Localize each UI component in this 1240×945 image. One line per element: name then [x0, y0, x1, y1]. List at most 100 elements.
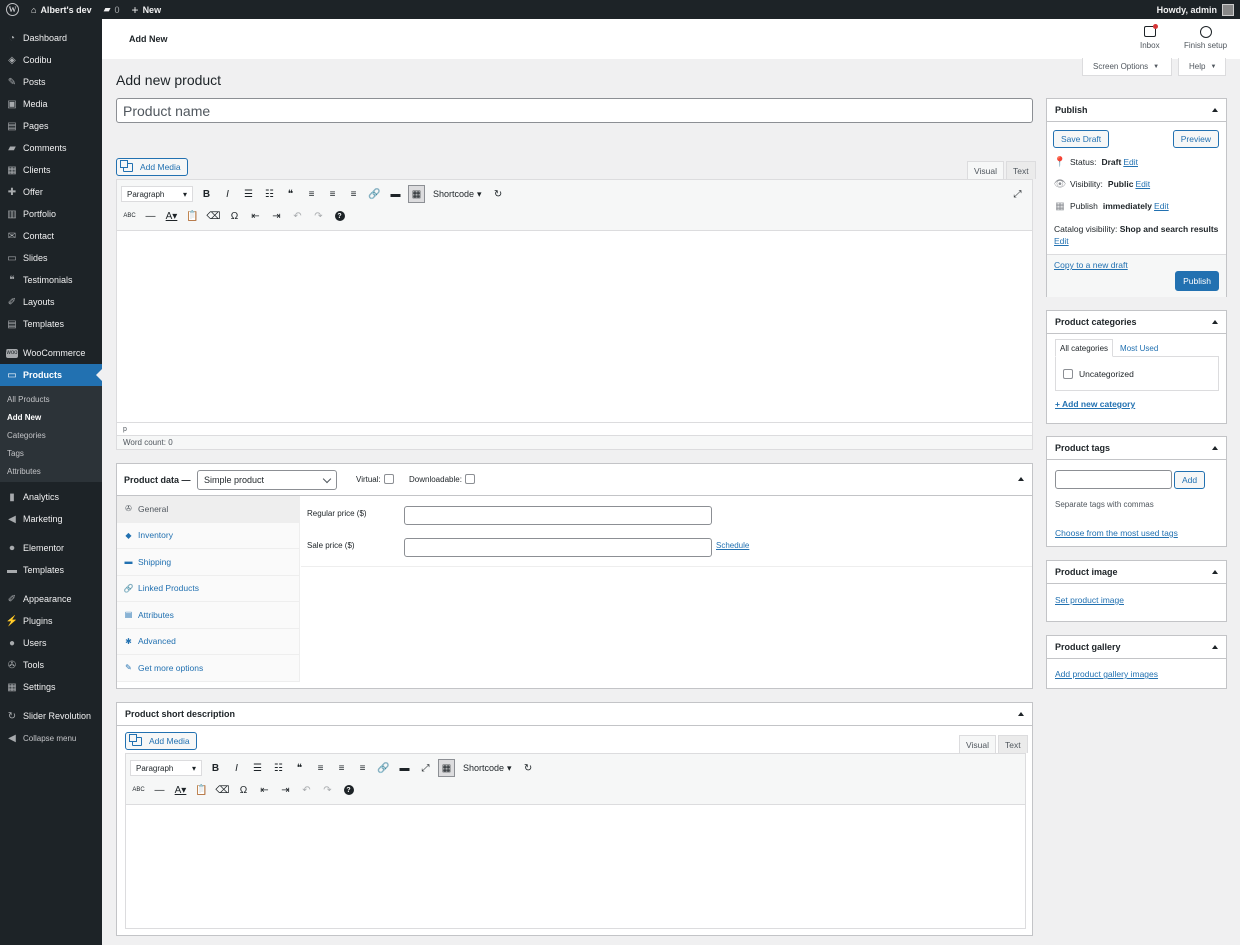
sidebar-item-offer[interactable]: ✚ Offer — [0, 181, 102, 203]
help-icon[interactable]: ? — [329, 207, 350, 225]
fullscreen-icon[interactable]: ⤢ — [415, 759, 436, 777]
submenu-categories[interactable]: Categories — [0, 426, 102, 444]
strikethrough-icon[interactable]: ABC — [119, 207, 140, 225]
sidebar-item-contact[interactable]: ✉ Contact — [0, 225, 102, 247]
save-draft-button[interactable]: Save Draft — [1053, 130, 1110, 148]
comments-menu[interactable]: ▰ 0 — [98, 0, 126, 19]
blockquote-icon[interactable]: ❝ — [280, 185, 301, 203]
new-content-menu[interactable]: + New — [126, 0, 168, 19]
tab-visual[interactable]: Visual — [967, 161, 1004, 179]
tag-input[interactable] — [1055, 470, 1172, 489]
edit-status-link[interactable]: Edit — [1123, 157, 1138, 167]
uncategorized-checkbox[interactable] — [1063, 368, 1073, 379]
tab-attributes[interactable]: ▤ Attributes — [117, 602, 299, 629]
add-new-category-link[interactable]: + Add new category — [1055, 399, 1135, 409]
site-name-menu[interactable]: ⌂ Albert's dev — [25, 0, 98, 19]
toggle-panel-icon[interactable] — [1212, 645, 1218, 649]
outdent-icon[interactable]: ⇤ — [245, 207, 266, 225]
toggle-panel-icon[interactable] — [1018, 477, 1024, 481]
indent-icon[interactable]: ⇥ — [275, 781, 296, 799]
sidebar-item-codibu[interactable]: ◈ Codibu — [0, 49, 102, 71]
product-gallery-header[interactable]: Product gallery — [1047, 636, 1226, 659]
tab-inventory[interactable]: ◆ Inventory — [117, 523, 299, 549]
sidebar-item-products[interactable]: ▭ Products — [0, 364, 102, 386]
sidebar-item-posts[interactable]: ✎ Posts — [0, 71, 102, 93]
tab-shipping[interactable]: ▬ Shipping — [117, 549, 299, 576]
schedule-link[interactable]: Schedule — [716, 541, 749, 550]
sidebar-item-marketing[interactable]: ◀ Marketing — [0, 508, 102, 530]
edit-publish-time-link[interactable]: Edit — [1154, 201, 1169, 211]
edit-catalog-visibility-link[interactable]: Edit — [1054, 236, 1069, 246]
undo-icon[interactable]: ↶ — [296, 781, 317, 799]
numbered-list-icon[interactable]: ☷ — [259, 185, 280, 203]
submenu-all-products[interactable]: All Products — [0, 390, 102, 408]
tab-all-categories[interactable]: All categories — [1055, 339, 1114, 357]
preview-button[interactable]: Preview — [1172, 130, 1219, 148]
redo-icon[interactable]: ↷ — [317, 781, 338, 799]
wp-logo-menu[interactable]: W — [0, 0, 25, 19]
sidebar-item-layouts[interactable]: ✐ Layouts — [0, 291, 102, 313]
sidebar-item-users[interactable]: ● Users — [0, 632, 102, 654]
short-description-header[interactable]: Product short description — [117, 703, 1032, 726]
italic-icon[interactable]: I — [226, 759, 247, 777]
toolbar-toggle-icon[interactable]: ▦ — [438, 759, 455, 777]
horizontal-line-icon[interactable]: — — [140, 207, 161, 225]
tab-get-more-options[interactable]: ✎ Get more options — [117, 655, 299, 682]
fullscreen-icon[interactable]: ⤢ — [1007, 185, 1028, 203]
help-button[interactable]: Help ▼ — [1178, 58, 1226, 76]
product-tags-header[interactable]: Product tags — [1047, 437, 1226, 460]
inbox-button[interactable]: Inbox — [1140, 24, 1160, 50]
bold-icon[interactable]: B — [205, 759, 226, 777]
read-more-icon[interactable]: ▬ — [385, 185, 406, 203]
sidebar-item-appearance[interactable]: ✐ Appearance — [0, 588, 102, 610]
set-product-image-link[interactable]: Set product image — [1055, 595, 1124, 605]
sidebar-item-testimonials[interactable]: ❝ Testimonials — [0, 269, 102, 291]
tab-visual[interactable]: Visual — [959, 735, 996, 753]
align-left-icon[interactable]: ≡ — [310, 759, 331, 777]
sidebar-item-tools[interactable]: ✇ Tools — [0, 654, 102, 676]
copy-to-draft-link[interactable]: Copy to a new draft — [1054, 260, 1128, 270]
sidebar-item-portfolio[interactable]: ▥ Portfolio — [0, 203, 102, 225]
sidebar-item-media[interactable]: ▣ Media — [0, 93, 102, 115]
link-icon[interactable]: 🔗 — [364, 185, 385, 203]
edit-visibility-link[interactable]: Edit — [1135, 179, 1150, 189]
link-icon[interactable]: 🔗 — [373, 759, 394, 777]
sidebar-item-comments[interactable]: ▰ Comments — [0, 137, 102, 159]
paste-text-icon[interactable]: 📋 — [191, 781, 212, 799]
align-center-icon[interactable]: ≡ — [331, 759, 352, 777]
bullet-list-icon[interactable]: ☰ — [247, 759, 268, 777]
sidebar-item-pages[interactable]: ▤ Pages — [0, 115, 102, 137]
bold-icon[interactable]: B — [196, 185, 217, 203]
clear-formatting-icon[interactable]: ⌫ — [212, 781, 233, 799]
align-right-icon[interactable]: ≡ — [352, 759, 373, 777]
sidebar-item-collapse-menu[interactable]: ◀ Collapse menu — [0, 727, 102, 749]
read-more-icon[interactable]: ▬ — [394, 759, 415, 777]
shortcode-dropdown[interactable]: Shortcode ▾ — [457, 763, 518, 774]
outdent-icon[interactable]: ⇤ — [254, 781, 275, 799]
add-media-button[interactable]: Add Media — [116, 158, 188, 176]
product-type-select[interactable]: Simple product — [197, 470, 337, 490]
short-description-area[interactable] — [126, 805, 1025, 915]
sidebar-item-elementor[interactable]: ⏺ Elementor — [0, 537, 102, 559]
align-right-icon[interactable]: ≡ — [343, 185, 364, 203]
sidebar-item-clients[interactable]: ▦ Clients — [0, 159, 102, 181]
toggle-panel-icon[interactable] — [1212, 320, 1218, 324]
paste-text-icon[interactable]: 📋 — [182, 207, 203, 225]
bullet-list-icon[interactable]: ☰ — [238, 185, 259, 203]
text-color-icon[interactable]: A▾ — [161, 207, 182, 225]
refresh-icon[interactable]: ↻ — [488, 185, 509, 203]
virtual-checkbox[interactable] — [383, 474, 394, 484]
add-tag-button[interactable]: Add — [1174, 471, 1206, 489]
submenu-tags[interactable]: Tags — [0, 444, 102, 462]
toggle-panel-icon[interactable] — [1212, 446, 1218, 450]
numbered-list-icon[interactable]: ☷ — [268, 759, 289, 777]
add-gallery-images-link[interactable]: Add product gallery images — [1055, 669, 1158, 679]
tab-advanced[interactable]: ✱ Advanced — [117, 629, 299, 655]
align-left-icon[interactable]: ≡ — [301, 185, 322, 203]
sidebar-item-settings[interactable]: ▦ Settings — [0, 676, 102, 698]
indent-icon[interactable]: ⇥ — [266, 207, 287, 225]
choose-most-used-tags-link[interactable]: Choose from the most used tags — [1055, 528, 1178, 538]
tab-text[interactable]: Text — [998, 735, 1028, 753]
strikethrough-icon[interactable]: ABC — [128, 781, 149, 799]
content-editor-area[interactable] — [117, 231, 1032, 425]
